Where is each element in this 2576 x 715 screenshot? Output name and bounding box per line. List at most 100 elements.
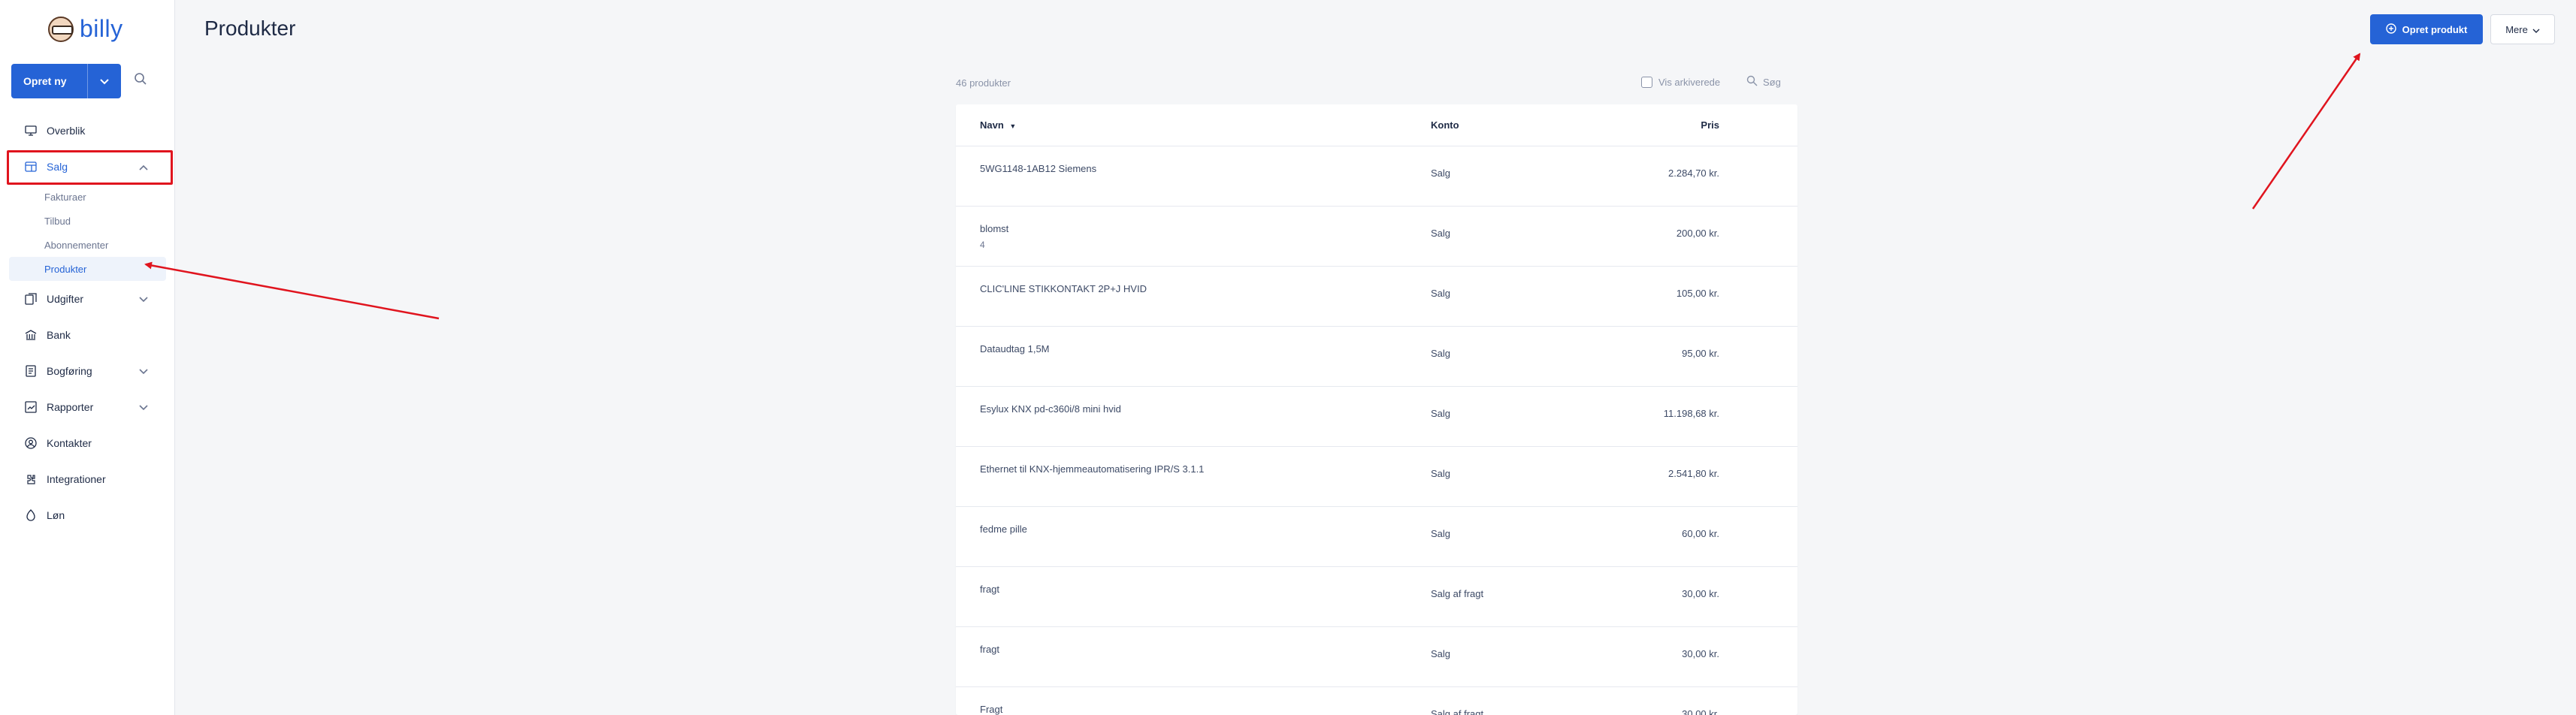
product-name: fragt <box>980 584 1000 595</box>
nav-item-udgifter[interactable]: Udgifter <box>0 281 175 317</box>
create-product-button[interactable]: Opret produkt <box>2370 14 2483 44</box>
ledger-icon <box>24 364 38 378</box>
sub-label-produkter: Produkter <box>44 263 87 275</box>
product-konto: Salg <box>1431 167 1451 179</box>
search-button[interactable]: Søg <box>1746 75 1781 89</box>
table-row[interactable]: fragt Salg af fragt 30,00 kr. <box>956 567 1797 627</box>
sub-item-produkter[interactable]: Produkter <box>9 257 166 281</box>
product-konto: Salg <box>1431 468 1451 479</box>
nav-item-rapporter[interactable]: Rapporter <box>0 389 175 425</box>
chevron-down-icon <box>2532 24 2540 35</box>
billy-mascot-icon <box>48 16 74 42</box>
product-konto: Salg <box>1431 528 1451 539</box>
product-pris: 95,00 kr. <box>1682 348 1719 359</box>
search-icon <box>1746 75 1758 89</box>
chevron-down-icon[interactable] <box>139 365 148 377</box>
product-pris: 2.284,70 kr. <box>1668 167 1719 179</box>
nav-item-bogforing[interactable]: Bogføring <box>0 353 175 389</box>
product-konto: Salg af fragt <box>1431 708 1484 715</box>
column-header-name[interactable]: Navn ▼ <box>980 119 1016 131</box>
product-pris: 11.198,68 kr. <box>1663 408 1719 419</box>
nav-label-udgifter: Udgifter <box>47 293 84 305</box>
product-konto: Salg <box>1431 348 1451 359</box>
table-row[interactable]: Esylux KNX pd-c360i/8 mini hvid Salg 11.… <box>956 387 1797 447</box>
column-header-konto[interactable]: Konto <box>1431 119 1459 131</box>
product-pris: 30,00 kr. <box>1682 588 1719 599</box>
products-table: Navn ▼ Konto Pris 5WG1148-1AB12 Siemens … <box>956 104 1797 715</box>
logo-text: billy <box>80 15 123 42</box>
product-pris: 30,00 kr. <box>1682 708 1719 715</box>
sub-item-fakturaer[interactable]: Fakturaer <box>0 185 175 209</box>
product-pris: 200,00 kr. <box>1676 228 1719 239</box>
contacts-icon <box>24 436 38 450</box>
more-button[interactable]: Mere <box>2490 14 2555 44</box>
create-new-button[interactable]: Opret ny <box>11 64 121 98</box>
product-pris: 105,00 kr. <box>1676 288 1719 299</box>
plus-circle-icon <box>2385 23 2396 36</box>
table-row[interactable]: Dataudtag 1,5M Salg 95,00 kr. <box>956 327 1797 387</box>
sub-label-fakturaer: Fakturaer <box>44 191 86 203</box>
table-row[interactable]: blomst 4 Salg 200,00 kr. <box>956 207 1797 267</box>
table-row[interactable]: fragt Salg 30,00 kr. <box>956 627 1797 687</box>
more-label: Mere <box>2505 23 2528 35</box>
product-name: Esylux KNX pd-c360i/8 mini hvid <box>980 403 1121 415</box>
product-pris: 2.541,80 kr. <box>1668 468 1719 479</box>
product-name: Dataudtag 1,5M <box>980 343 1050 354</box>
table-header: Navn ▼ Konto Pris <box>956 104 1797 146</box>
table-row[interactable]: Fragt Salg af fragt 30,00 kr. <box>956 687 1797 715</box>
search-icon[interactable] <box>134 72 150 89</box>
reports-icon <box>24 400 38 414</box>
product-description: 4 <box>980 240 985 250</box>
table-row[interactable]: CLIC'LINE STIKKONTAKT 2P+J HVID Salg 105… <box>956 267 1797 327</box>
chevron-down-icon[interactable] <box>88 75 121 87</box>
nav-label-bogforing: Bogføring <box>47 365 92 377</box>
product-name: fragt <box>980 644 1000 655</box>
chevron-down-icon[interactable] <box>139 401 148 413</box>
nav-item-lon[interactable]: Løn <box>0 497 175 533</box>
nav-item-kontakter[interactable]: Kontakter <box>0 425 175 461</box>
nav-label-integrationer: Integrationer <box>47 473 106 485</box>
nav-label-bank: Bank <box>47 329 71 341</box>
product-konto: Salg <box>1431 288 1451 299</box>
nav-item-bank[interactable]: Bank <box>0 317 175 353</box>
expenses-icon <box>24 292 38 306</box>
product-konto: Salg <box>1431 228 1451 239</box>
product-name: Ethernet til KNX-hjemmeautomatisering IP… <box>980 463 1205 475</box>
search-label: Søg <box>1763 76 1781 88</box>
nav-item-overblik[interactable]: Overblik <box>0 113 175 149</box>
arrow-to-opret-produkt <box>2251 53 2361 210</box>
product-name: blomst <box>980 223 1009 234</box>
product-konto: Salg <box>1431 408 1451 419</box>
arrow-to-produkter <box>144 261 440 320</box>
table-row[interactable]: fedme pille Salg 60,00 kr. <box>956 507 1797 567</box>
product-name: fedme pille <box>980 523 1027 535</box>
sub-item-tilbud[interactable]: Tilbud <box>0 209 175 233</box>
product-name: Fragt <box>980 704 1003 715</box>
nav-item-integrationer[interactable]: Integrationer <box>0 461 175 497</box>
monitor-icon <box>24 124 38 137</box>
table-row[interactable]: Ethernet til KNX-hjemmeautomatisering IP… <box>956 447 1797 507</box>
table-row[interactable]: 5WG1148-1AB12 Siemens Salg 2.284,70 kr. <box>956 146 1797 207</box>
show-archived-checkbox[interactable] <box>1641 77 1652 88</box>
product-pris: 30,00 kr. <box>1682 648 1719 659</box>
show-archived-label: Vis arkiverede <box>1658 77 1721 88</box>
product-name: CLIC'LINE STIKKONTAKT 2P+J HVID <box>980 283 1147 294</box>
page-title: Produkter <box>204 17 296 40</box>
nav-label-kontakter: Kontakter <box>47 437 92 449</box>
nav-label-lon: Løn <box>47 509 65 521</box>
sub-label-abonnementer: Abonnementer <box>44 239 109 251</box>
salary-icon <box>24 508 38 522</box>
nav-label-rapporter: Rapporter <box>47 401 94 413</box>
annotation-highlight-box <box>7 150 173 185</box>
product-konto: Salg af fragt <box>1431 588 1484 599</box>
column-name-label: Navn <box>980 119 1004 131</box>
product-name: 5WG1148-1AB12 Siemens <box>980 163 1097 174</box>
sub-item-abonnementer[interactable]: Abonnementer <box>0 233 175 257</box>
show-archived-toggle[interactable]: Vis arkiverede <box>1641 77 1720 88</box>
product-count: 46 produkter <box>956 77 1011 89</box>
chevron-down-icon[interactable] <box>139 293 148 305</box>
billy-logo[interactable]: billy <box>48 15 123 43</box>
product-konto: Salg <box>1431 648 1451 659</box>
column-header-pris[interactable]: Pris <box>1701 119 1719 131</box>
sub-label-tilbud: Tilbud <box>44 215 71 227</box>
